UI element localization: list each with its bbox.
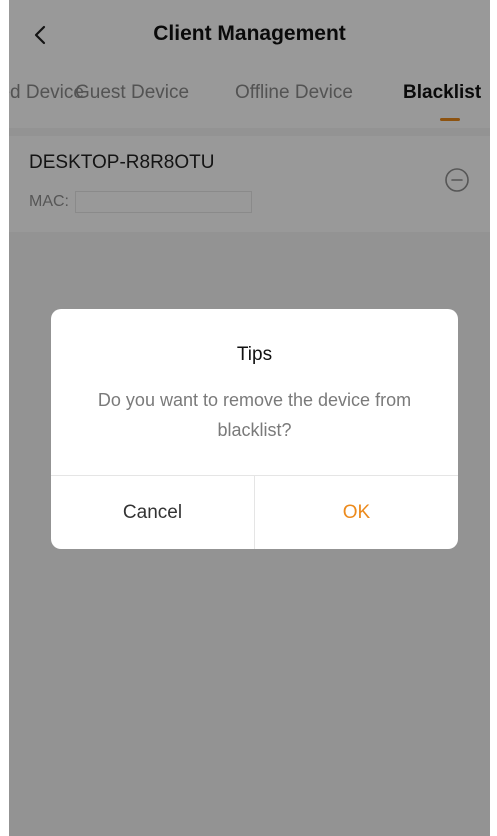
confirm-dialog: Tips Do you want to remove the device fr… — [51, 309, 458, 549]
dialog-title: Tips — [236, 344, 273, 365]
client-management-screen: Client Management Wired Device Guest Dev… — [9, 0, 490, 836]
cancel-button[interactable]: Cancel — [51, 476, 254, 549]
ok-button[interactable]: OK — [255, 476, 458, 549]
dialog-message: Do you want to remove the device from bl… — [97, 390, 412, 440]
